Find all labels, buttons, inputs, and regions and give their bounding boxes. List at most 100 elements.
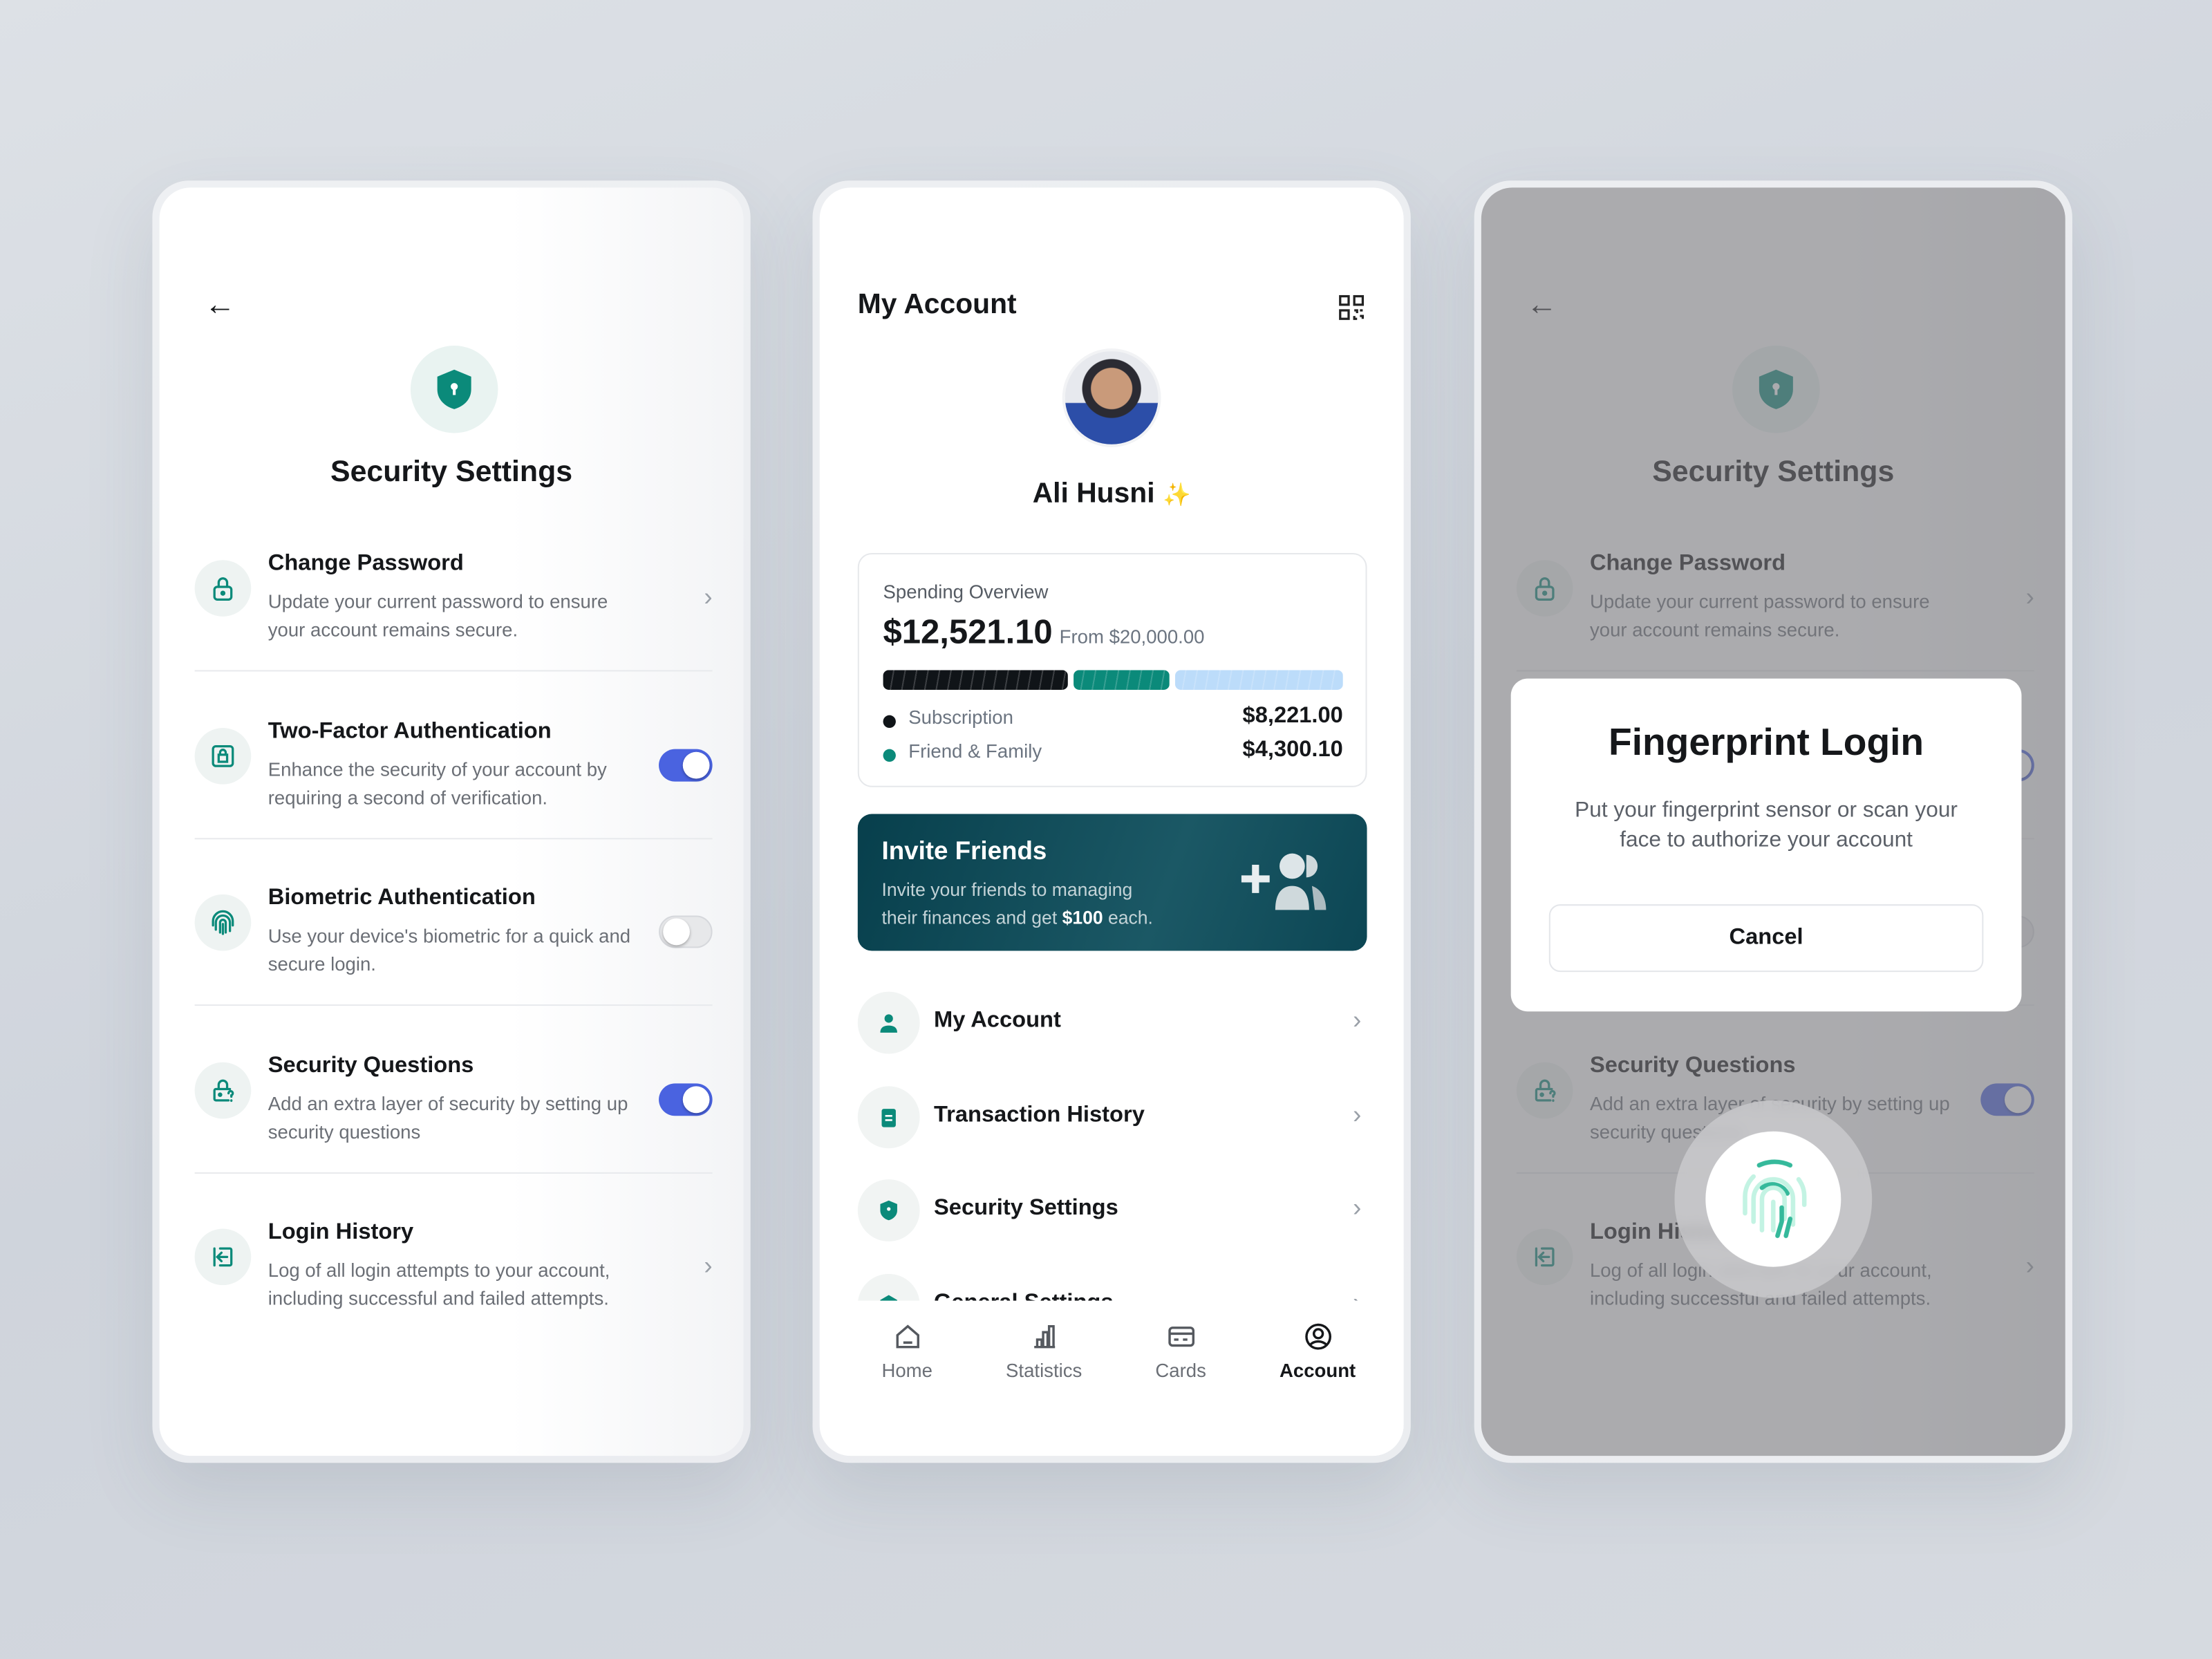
card-icon [1125,1318,1237,1354]
chevron-right-icon: › [1353,1006,1362,1034]
home-icon [851,1318,964,1354]
setting-item-biometric-authentication[interactable]: Biometric Authentication Use your device'… [194,885,713,1053]
divider [194,1171,713,1173]
legend-item: Friend & Family $4,300.10 [883,738,1343,774]
qr-code-icon[interactable] [1339,294,1365,328]
legend-dot [883,715,896,729]
invite-line-2: their finances and get $100 each. [882,904,1153,932]
add-users-icon [1239,851,1332,920]
menu-item-label: Transaction History [934,1102,1145,1127]
divider [194,670,713,672]
legend-dot [883,749,896,762]
screen-body: My Account Ali Husni ✨ Spending Overview… [819,187,1404,1456]
nav-label: Cards [1155,1360,1206,1381]
nav-home[interactable]: Home [851,1318,964,1381]
chevron-right-icon[interactable]: › [704,1251,712,1281]
lock-question-icon [194,1061,252,1118]
clipboard-icon [857,1085,920,1148]
nav-label: Account [1280,1360,1356,1381]
shield-icon [857,1179,920,1241]
user-name: Ali Husni ✨ [820,478,1404,511]
back-button[interactable]: ← [205,286,236,323]
toggle-switch[interactable] [659,748,713,781]
menu-item-label: Security Settings [934,1196,1118,1221]
nav-statistics[interactable]: Statistics [988,1318,1100,1381]
invite-title: Invite Friends [881,836,1047,865]
arrow-left-icon: ← [204,286,236,322]
user-circle-icon [1261,1318,1374,1354]
setting-description: Add an extra layer of security by settin… [268,1092,628,1143]
fingerprint-icon [1705,1131,1841,1267]
lock-icon [194,560,252,617]
chevron-right-icon: › [1353,1099,1362,1128]
spending-limit: From $20,000.00 [1059,626,1205,648]
invite-reward: $100 [1062,907,1103,928]
spending-amount: $12,521.10 [883,613,1053,652]
cancel-button[interactable]: Cancel [1548,904,1984,973]
user-icon [857,991,920,1054]
setting-item-security-questions[interactable]: Security Questions Add an extra layer of … [194,1053,713,1219]
login-icon [194,1228,252,1286]
page-title: Security Settings [330,456,573,489]
setting-description: Log of all login attempts to your accoun… [268,1259,610,1309]
fingerprint-login-screen: ←Security SettingsChange PasswordUpdate … [1474,180,2072,1463]
legend-item: Subscription $8,221.00 [883,704,1343,740]
invite-line-1: Invite your friends to managing [881,879,1133,901]
avatar[interactable] [1062,348,1161,447]
dialog-message: Put your fingerprint sensor or scan your… [1575,798,1958,852]
setting-description: Use your device's biometric for a quick … [268,925,631,975]
nav-label: Statistics [1006,1360,1082,1381]
setting-description: Update your current password to ensure y… [268,591,608,641]
setting-item-two-factor-authentication[interactable]: Two-Factor Authentication Enhance the sec… [194,718,713,885]
legend-label: Friend & Family [908,740,1042,762]
security-settings-screen: ← Security Settings Change Password Update … [152,180,751,1463]
toggle-switch[interactable] [659,1082,713,1116]
setting-title: Change Password [268,551,464,576]
spending-bar [883,670,1343,690]
my-account-screen: My Account Ali Husni ✨ Spending Overview… [812,180,1411,1463]
bottom-navigation: Home Statistics Cards Account [819,1300,1404,1456]
fingerprint-scanner[interactable] [1674,1100,1873,1298]
screen-body: ← Security Settings Change Password Update … [159,187,744,1456]
fingerprint-icon [194,894,252,951]
invite-description: Invite your friends to managing their fi… [882,876,1153,932]
user-name-text: Ali Husni [1032,478,1155,509]
setting-item-change-password[interactable]: Change Password Update your current passw… [194,551,713,718]
menu-item-security-settings[interactable]: Security Settings › [857,1179,1367,1244]
setting-title: Security Questions [268,1053,474,1078]
menu-item-my-account[interactable]: My Account › [857,991,1367,1057]
legend-value: $4,300.10 [1242,738,1343,762]
lock-box-icon [194,727,252,784]
dialog-title: Fingerprint Login [1609,720,1924,764]
setting-title: Two-Factor Authentication [268,718,552,743]
divider [194,837,713,839]
invite-text: each. [1103,907,1153,928]
shield-icon [410,345,498,433]
spending-segment [1073,670,1170,690]
setting-item-login-history[interactable]: Login History Log of all login attempts t… [194,1220,713,1387]
chevron-right-icon[interactable]: › [704,583,712,612]
divider [194,1004,713,1006]
nav-cards[interactable]: Cards [1125,1318,1237,1381]
spending-overview-card[interactable]: Spending Overview $12,521.10 From $20,00… [857,552,1367,787]
setting-title: Biometric Authentication [268,885,536,910]
invite-friends-banner[interactable]: Invite Friends Invite your friends to ma… [857,814,1367,951]
legend-label: Subscription [908,706,1013,729]
setting-title: Login History [268,1220,414,1244]
menu-item-label: My Account [934,1009,1061,1033]
spending-segment [883,670,1068,690]
chevron-right-icon: › [1353,1193,1362,1222]
page-title: My Account [857,289,1017,321]
menu-item-transaction-history[interactable]: Transaction History › [857,1085,1367,1150]
legend-value: $8,221.00 [1242,704,1343,729]
spending-segment [1175,670,1343,690]
invite-text: their finances and get [881,907,1062,928]
setting-description: Enhance the security of your account by … [268,758,607,808]
spending-label: Spending Overview [883,581,1049,603]
spending-legend: Subscription $8,221.00 Friend & Family $4,3… [883,704,1343,774]
nav-label: Home [881,1360,932,1381]
nav-account[interactable]: Account [1261,1318,1374,1381]
bar-chart-icon [988,1318,1100,1354]
fingerprint-login-dialog: Fingerprint Login Put your fingerprint s… [1510,678,2022,1012]
toggle-switch[interactable] [659,915,713,948]
